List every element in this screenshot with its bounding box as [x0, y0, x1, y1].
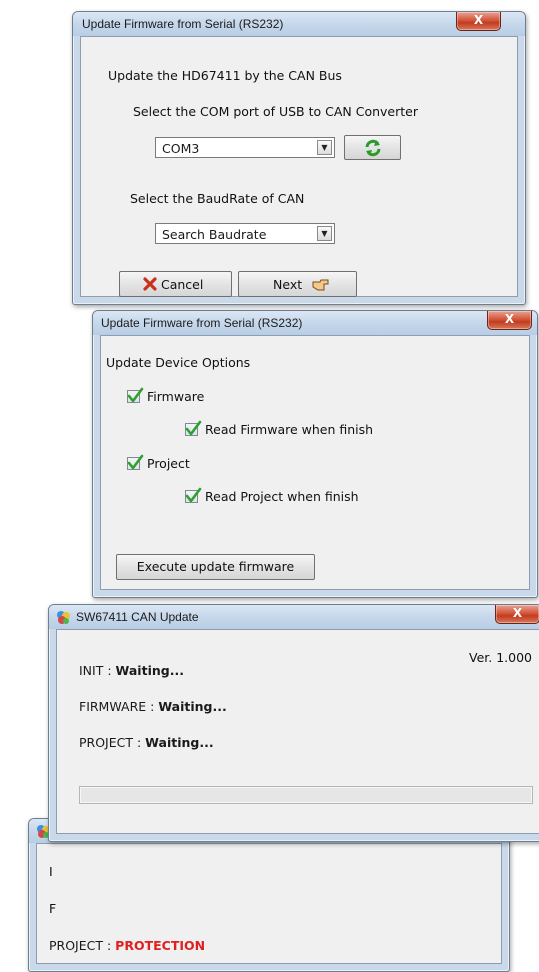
baudrate-prompt: Select the BaudRate of CAN [130, 191, 305, 206]
read-project-checkbox[interactable] [185, 487, 202, 503]
version-label: Ver. 1.000 [469, 650, 532, 665]
window-title: SW67411 CAN Update [76, 610, 199, 624]
com-port-prompt: Select the COM port of USB to CAN Conver… [133, 104, 418, 119]
project-status: PROTECTION [115, 938, 206, 953]
checkmark-icon [185, 420, 202, 436]
window-title: Update Firmware from Serial (RS232) [101, 316, 303, 330]
project-checkbox[interactable] [127, 454, 144, 470]
hand-pointer-icon [312, 279, 329, 291]
execute-label: Execute update firmware [136, 559, 295, 574]
init-row: INIT : Waiting... [79, 663, 184, 678]
update-device-options-window: Update Firmware from Serial (RS232) X Up… [92, 310, 538, 598]
close-button[interactable]: X [495, 605, 539, 624]
progress-bar [79, 786, 533, 804]
sw67411-can-update-window: SW67411 CAN Update X Ver. 1.000 INIT : W… [48, 604, 539, 842]
firmware-label: Firmware [147, 389, 205, 404]
partial-label: I [49, 864, 53, 879]
client-area: Update the HD67411 by the CAN Bus Select… [80, 36, 518, 297]
init-label: INIT : [79, 663, 116, 678]
project-row: PROJECT : PROTECTION [49, 938, 205, 953]
next-label: Next [273, 277, 303, 292]
app-icon [57, 611, 70, 624]
partial-label: F [49, 901, 57, 916]
title-bar: SW67411 CAN Update [49, 605, 539, 629]
cancel-button[interactable]: Cancel [119, 271, 232, 297]
com-port-value: COM3 [162, 141, 200, 156]
client-area: I F PROJECT : PROTECTION [36, 843, 502, 964]
window-title: Update Firmware from Serial (RS232) [82, 17, 284, 31]
checkmark-icon [127, 387, 144, 403]
firmware-row: FIRMWARE : Waiting... [79, 699, 227, 714]
project-label: PROJECT : [49, 938, 116, 953]
update-firmware-serial-window: Update Firmware from Serial (RS232) X Up… [72, 11, 526, 305]
execute-update-firmware-button[interactable]: Execute update firmware [116, 554, 315, 580]
options-heading: Update Device Options [106, 355, 251, 370]
title-bar: Update Firmware from Serial (RS232) [93, 311, 537, 335]
read-firmware-label: Read Firmware when finish [205, 422, 374, 437]
firmware-label: FIRMWARE : [79, 699, 159, 714]
project-status: Waiting... [145, 735, 214, 750]
project-label: Project [147, 456, 190, 471]
client-area: Update Device Options Firmware Read Firm… [100, 335, 530, 590]
firmware-checkbox[interactable] [127, 387, 144, 403]
chevron-down-icon[interactable]: ▼ [317, 226, 332, 241]
init-status: Waiting... [115, 663, 184, 678]
update-heading: Update the HD67411 by the CAN Bus [108, 68, 342, 83]
close-button[interactable]: X [487, 311, 532, 330]
close-button[interactable]: X [456, 12, 501, 31]
next-button[interactable]: Next [238, 271, 357, 297]
read-project-label: Read Project when finish [205, 489, 359, 504]
checkmark-icon [127, 454, 144, 470]
client-area: Ver. 1.000 INIT : Waiting... FIRMWARE : … [56, 629, 539, 834]
refresh-icon [365, 139, 381, 157]
read-firmware-checkbox[interactable] [185, 420, 202, 436]
chevron-down-icon[interactable]: ▼ [317, 140, 332, 155]
cancel-label: Cancel [161, 277, 204, 292]
refresh-button[interactable] [344, 135, 401, 160]
project-label: PROJECT : [79, 735, 146, 750]
baudrate-select[interactable]: Search Baudrate ▼ [155, 223, 335, 244]
cancel-x-icon [143, 277, 157, 291]
firmware-status: Waiting... [158, 699, 227, 714]
baudrate-value: Search Baudrate [162, 227, 267, 242]
com-port-select[interactable]: COM3 ▼ [155, 137, 335, 158]
project-row: PROJECT : Waiting... [79, 735, 214, 750]
checkmark-icon [185, 487, 202, 503]
